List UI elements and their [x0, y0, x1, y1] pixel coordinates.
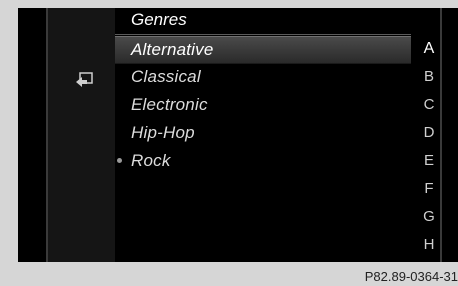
list-item-label: Alternative: [131, 40, 214, 59]
list-item-label: Rock: [131, 151, 171, 170]
left-panel: [48, 8, 115, 262]
list-item-label: Classical: [131, 67, 201, 86]
alpha-index-letter[interactable]: C: [414, 96, 444, 113]
media-screen: Genres Alternative Classical Electronic …: [18, 8, 458, 262]
list-item[interactable]: Alternative: [115, 36, 411, 64]
alpha-index-letter[interactable]: E: [414, 152, 444, 169]
list-item[interactable]: Rock: [115, 148, 411, 174]
list-title: Genres: [131, 10, 187, 29]
list-item[interactable]: Classical: [115, 64, 411, 90]
alpha-index-letter[interactable]: D: [414, 124, 444, 141]
alpha-index-letter[interactable]: A: [414, 40, 444, 58]
list-item[interactable]: Electronic: [115, 92, 411, 118]
alpha-index-letter[interactable]: G: [414, 208, 444, 225]
figure-caption: P82.89-0364-31: [364, 269, 458, 284]
alpha-index-letter[interactable]: H: [414, 236, 444, 253]
list-header: Genres: [115, 8, 411, 35]
list-item-label: Electronic: [131, 95, 208, 114]
genre-list: Genres Alternative Classical Electronic …: [115, 8, 411, 262]
back-arrow-icon[interactable]: [74, 72, 94, 88]
alpha-index-letter[interactable]: B: [414, 68, 444, 85]
current-item-bullet-icon: [117, 158, 122, 163]
list-item-label: Hip-Hop: [131, 123, 195, 142]
list-item[interactable]: Hip-Hop: [115, 120, 411, 146]
alpha-index-letter[interactable]: F: [414, 180, 444, 197]
